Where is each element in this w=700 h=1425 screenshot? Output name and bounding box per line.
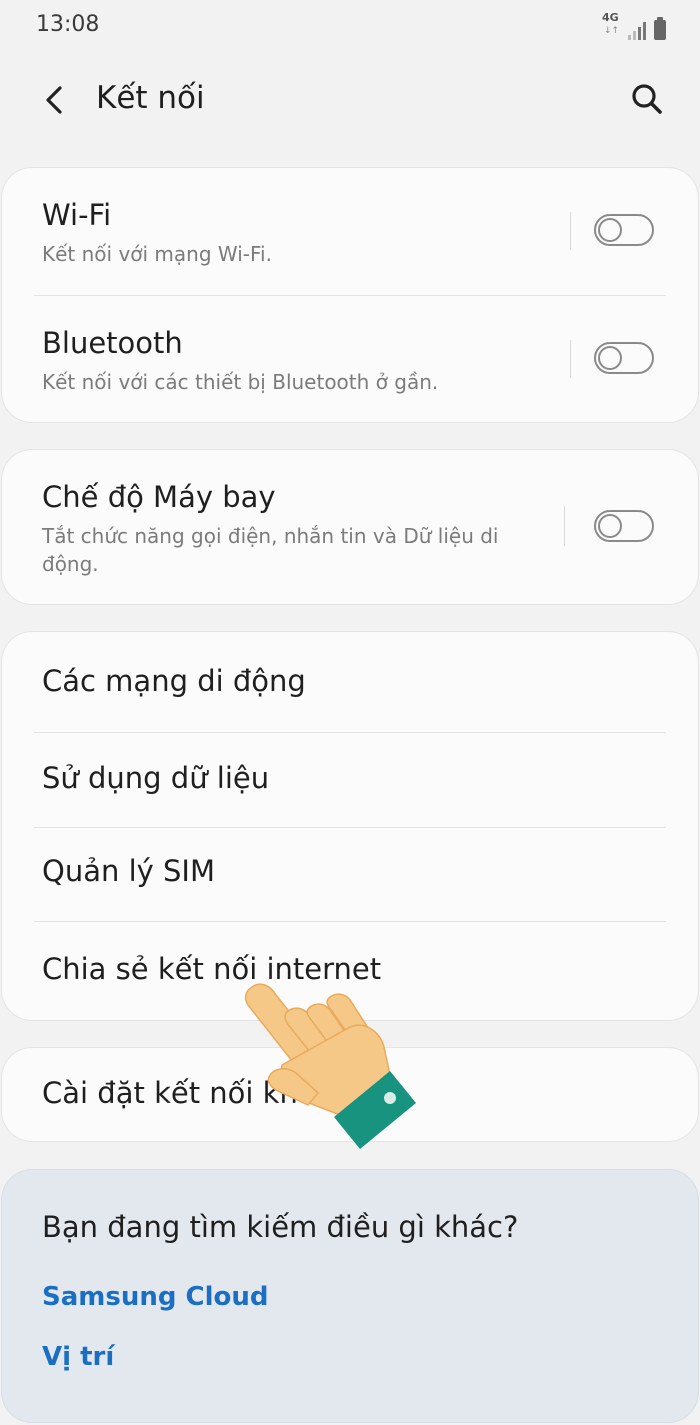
toggle-knob: [598, 218, 622, 242]
wireless-card: Wi-Fi Kết nối với mạng Wi-Fi. Bluetooth …: [2, 168, 698, 422]
mobile-networks-title: Các mạng di động: [42, 664, 306, 698]
location-link[interactable]: Vị trí: [42, 1342, 114, 1372]
status-time: 13:08: [36, 12, 100, 37]
wifi-title: Wi-Fi: [42, 198, 112, 232]
airplane-row[interactable]: Chế độ Máy bay Tắt chức năng gọi điện, n…: [2, 450, 698, 604]
signal-icon: [628, 20, 646, 40]
bluetooth-subtitle: Kết nối với các thiết bị Bluetooth ở gần…: [42, 370, 439, 394]
suggestions-card: Bạn đang tìm kiếm điều gì khác? Samsung …: [2, 1170, 698, 1422]
network-type: 4G: [602, 11, 619, 24]
back-icon[interactable]: [38, 80, 72, 120]
divider-vertical: [564, 506, 565, 546]
page-title: Kết nối: [96, 80, 205, 116]
airplane-toggle[interactable]: [594, 510, 654, 542]
network-card: Các mạng di động Sử dụng dữ liệu Quản lý…: [2, 632, 698, 1020]
pointing-hand-icon: [244, 983, 416, 1149]
data-arrows-icon: 4G ↓↑: [602, 11, 620, 36]
wifi-subtitle: Kết nối với mạng Wi-Fi.: [42, 242, 272, 266]
divider-vertical: [570, 340, 571, 378]
bluetooth-title: Bluetooth: [42, 326, 183, 360]
divider-vertical: [570, 212, 571, 250]
toggle-knob: [598, 514, 622, 538]
airplane-card: Chế độ Máy bay Tắt chức năng gọi điện, n…: [2, 450, 698, 604]
status-icons: 4G ↓↑: [602, 11, 666, 40]
sim-manager-row[interactable]: Quản lý SIM: [2, 828, 698, 921]
data-usage-row[interactable]: Sử dụng dữ liệu: [2, 733, 698, 827]
bluetooth-toggle[interactable]: [594, 342, 654, 374]
airplane-subtitle: Tắt chức năng gọi điện, nhắn tin và Dữ l…: [42, 524, 499, 576]
toggle-knob: [598, 346, 622, 370]
data-usage-title: Sử dụng dữ liệu: [42, 761, 270, 795]
mobile-networks-row[interactable]: Các mạng di động: [2, 632, 698, 732]
wifi-row[interactable]: Wi-Fi Kết nối với mạng Wi-Fi.: [2, 168, 698, 295]
airplane-title: Chế độ Máy bay: [42, 480, 276, 514]
bluetooth-row[interactable]: Bluetooth Kết nối với các thiết bị Bluet…: [2, 296, 698, 422]
app-bar: Kết nối: [0, 52, 700, 152]
sim-manager-title: Quản lý SIM: [42, 854, 215, 888]
battery-icon: [654, 17, 666, 40]
suggestions-title: Bạn đang tìm kiếm điều gì khác?: [42, 1210, 519, 1244]
status-bar: 13:08 4G ↓↑: [0, 0, 700, 52]
search-icon[interactable]: [630, 82, 664, 116]
wifi-toggle[interactable]: [594, 214, 654, 246]
samsung-cloud-link[interactable]: Samsung Cloud: [42, 1282, 269, 1312]
